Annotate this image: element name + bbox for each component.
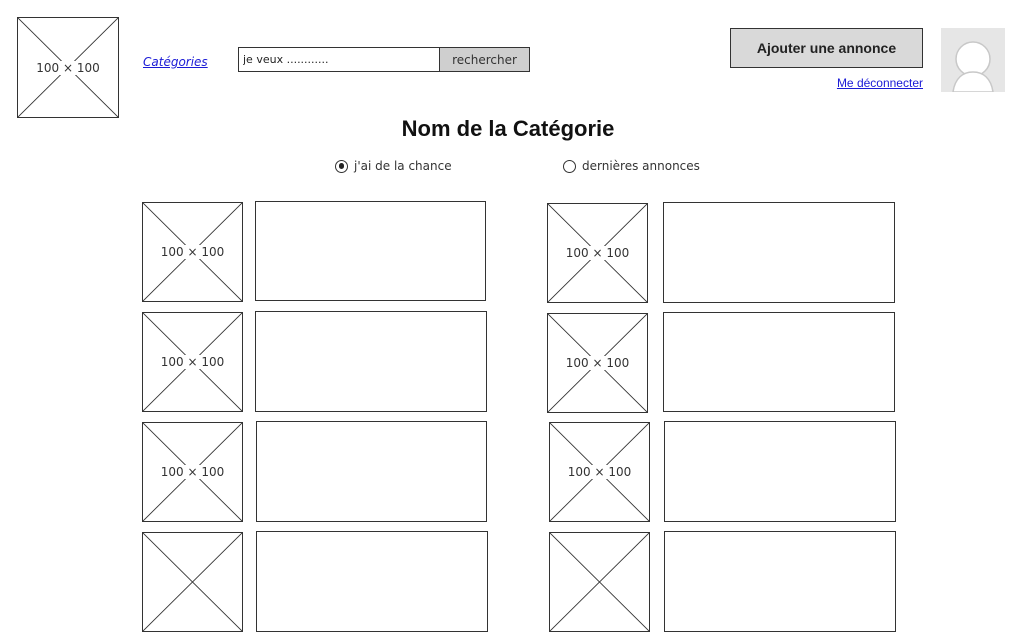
listing-card[interactable] [256, 531, 488, 632]
listing-card[interactable] [663, 202, 895, 303]
listing-image-placeholder[interactable]: 100 × 100 [142, 202, 243, 302]
listing-image-label: 100 × 100 [566, 465, 633, 479]
listing-image-placeholder[interactable]: 100 × 100 [142, 312, 243, 412]
listing-image-label: 100 × 100 [564, 246, 631, 260]
listing-card[interactable] [664, 421, 896, 522]
listing-image-label: 100 × 100 [159, 465, 226, 479]
sort-option-latest-label: dernières annonces [582, 159, 700, 173]
listing-image-label: 100 × 100 [564, 356, 631, 370]
listing-card[interactable] [255, 311, 487, 412]
radio-unselected-icon [563, 159, 576, 173]
logout-link[interactable]: Me déconnecter [780, 76, 923, 90]
listing-card[interactable] [255, 201, 486, 301]
add-listing-button[interactable]: Ajouter une annonce [730, 28, 923, 68]
search-input[interactable] [238, 47, 439, 72]
listing-card[interactable] [664, 531, 896, 632]
logo-placeholder-label: 100 × 100 [35, 60, 101, 75]
listing-image-placeholder[interactable] [549, 532, 650, 632]
listing-image-placeholder[interactable]: 100 × 100 [547, 313, 648, 413]
listing-image-placeholder[interactable] [142, 532, 243, 632]
listing-card[interactable] [663, 312, 895, 412]
categories-link[interactable]: Catégories [143, 55, 208, 69]
listing-image-label: 100 × 100 [159, 355, 226, 369]
radio-selected-icon [335, 159, 348, 173]
page-title: Nom de la Catégorie [401, 116, 615, 141]
listing-image-placeholder[interactable]: 100 × 100 [547, 203, 648, 303]
listing-image-placeholder[interactable]: 100 × 100 [142, 422, 243, 522]
listing-image-label: 100 × 100 [159, 245, 226, 259]
sort-option-lucky[interactable]: j'ai de la chance [335, 159, 452, 173]
listing-image-placeholder[interactable]: 100 × 100 [549, 422, 650, 522]
search-button[interactable]: rechercher [439, 47, 530, 72]
logo-placeholder: 100 × 100 [17, 17, 119, 118]
avatar[interactable] [941, 28, 1005, 92]
listing-card[interactable] [256, 421, 487, 522]
sort-option-latest[interactable]: dernières annonces [563, 159, 700, 173]
sort-option-lucky-label: j'ai de la chance [354, 159, 452, 173]
user-avatar-icon [952, 41, 994, 92]
